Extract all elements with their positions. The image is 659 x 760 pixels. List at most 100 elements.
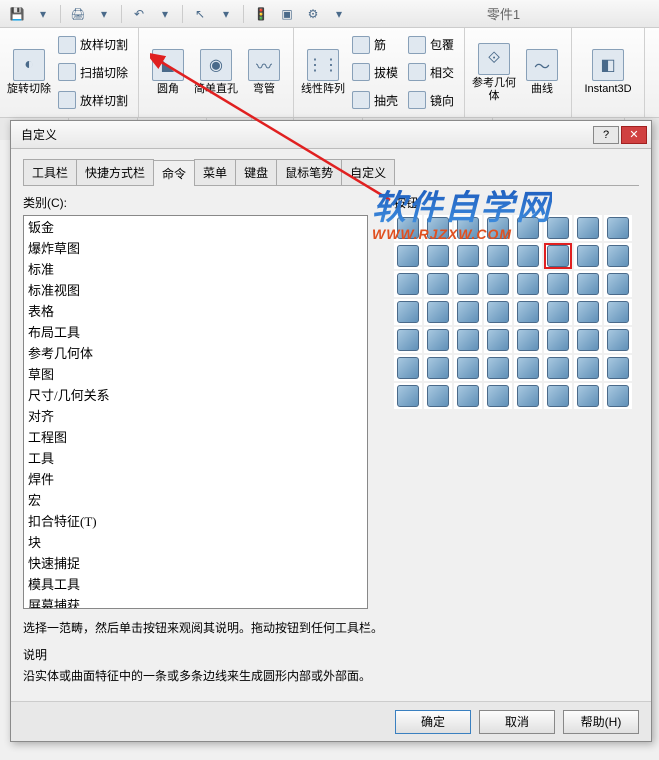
- command-button[interactable]: [574, 243, 602, 269]
- loftcut-button[interactable]: 放样切割: [54, 34, 132, 56]
- tab-command[interactable]: 命令: [153, 160, 195, 186]
- command-button[interactable]: [514, 327, 542, 353]
- command-button[interactable]: [544, 383, 572, 409]
- wrap-button[interactable]: 包覆: [404, 34, 458, 56]
- command-button[interactable]: [604, 355, 632, 381]
- command-button[interactable]: [454, 271, 482, 297]
- list-item[interactable]: 尺寸/几何关系: [24, 384, 367, 405]
- command-button[interactable]: [574, 271, 602, 297]
- dropdown-icon[interactable]: ▾: [154, 3, 176, 25]
- gear-icon[interactable]: ⚙: [302, 3, 324, 25]
- command-button[interactable]: [574, 299, 602, 325]
- command-button[interactable]: [454, 327, 482, 353]
- list-item[interactable]: 对齐: [24, 405, 367, 426]
- command-button[interactable]: [544, 215, 572, 241]
- list-item[interactable]: 表格: [24, 300, 367, 321]
- list-item[interactable]: 宏: [24, 489, 367, 510]
- rotcut-button[interactable]: ◐ 旋转切除: [6, 32, 52, 113]
- command-button[interactable]: [514, 299, 542, 325]
- command-button[interactable]: [454, 215, 482, 241]
- sweepcut-button[interactable]: 扫描切除: [54, 61, 132, 83]
- command-button[interactable]: [514, 243, 542, 269]
- tab-shortcut[interactable]: 快捷方式栏: [76, 159, 154, 185]
- command-button[interactable]: [424, 383, 452, 409]
- rib-button[interactable]: 筋: [348, 34, 402, 56]
- command-button[interactable]: [484, 383, 512, 409]
- curves-button[interactable]: 〜 曲线: [519, 32, 565, 113]
- undo-icon[interactable]: ↶: [128, 3, 150, 25]
- command-button[interactable]: [514, 271, 542, 297]
- command-button[interactable]: [394, 383, 422, 409]
- command-button[interactable]: [544, 243, 572, 269]
- command-button[interactable]: [544, 299, 572, 325]
- dropdown-icon[interactable]: ▾: [32, 3, 54, 25]
- list-item[interactable]: 布局工具: [24, 321, 367, 342]
- command-button[interactable]: [604, 271, 632, 297]
- command-button[interactable]: [394, 327, 422, 353]
- cancel-button[interactable]: 取消: [479, 710, 555, 734]
- tab-menu[interactable]: 菜单: [194, 159, 236, 185]
- command-button[interactable]: [454, 355, 482, 381]
- list-item[interactable]: 块: [24, 531, 367, 552]
- print-icon[interactable]: 🖨: [67, 3, 89, 25]
- command-button[interactable]: [604, 383, 632, 409]
- ok-button[interactable]: 确定: [395, 710, 471, 734]
- tab-toolbar[interactable]: 工具栏: [23, 159, 77, 185]
- command-button[interactable]: [424, 215, 452, 241]
- command-button[interactable]: [484, 299, 512, 325]
- command-button[interactable]: [484, 327, 512, 353]
- command-button[interactable]: [544, 271, 572, 297]
- list-item[interactable]: 工程图: [24, 426, 367, 447]
- command-button[interactable]: [454, 243, 482, 269]
- rebuild-icon[interactable]: ▣: [276, 3, 298, 25]
- command-button[interactable]: [424, 355, 452, 381]
- command-button[interactable]: [394, 215, 422, 241]
- tab-keyboard[interactable]: 键盘: [235, 159, 277, 185]
- dropdown-icon[interactable]: ▾: [328, 3, 350, 25]
- list-item[interactable]: 标准: [24, 258, 367, 279]
- command-button[interactable]: [604, 299, 632, 325]
- command-button[interactable]: [484, 243, 512, 269]
- list-item[interactable]: 扣合特征(T): [24, 510, 367, 531]
- list-item[interactable]: 快速捕捉: [24, 552, 367, 573]
- command-button[interactable]: [574, 383, 602, 409]
- command-button[interactable]: [484, 355, 512, 381]
- refgeom-button[interactable]: ⟐ 参考几何体: [471, 32, 517, 113]
- fillet-button[interactable]: ◣ 圆角: [145, 32, 191, 113]
- list-item[interactable]: 焊件: [24, 468, 367, 489]
- draft-button[interactable]: 拔模: [348, 61, 402, 83]
- list-item[interactable]: 草图: [24, 363, 367, 384]
- command-button[interactable]: [574, 327, 602, 353]
- intersect-button[interactable]: 相交: [404, 61, 458, 83]
- command-button[interactable]: [454, 299, 482, 325]
- command-button[interactable]: [544, 355, 572, 381]
- mirror-button[interactable]: 镜向: [404, 89, 458, 111]
- tab-mouse[interactable]: 鼠标笔势: [276, 159, 342, 185]
- instant3d-button[interactable]: ◧ Instant3D: [578, 32, 638, 113]
- help-button[interactable]: ?: [593, 126, 619, 144]
- command-button[interactable]: [394, 243, 422, 269]
- command-button[interactable]: [514, 215, 542, 241]
- list-item[interactable]: 参考几何体: [24, 342, 367, 363]
- command-button[interactable]: [484, 215, 512, 241]
- list-item[interactable]: 屏幕捕获: [24, 594, 367, 609]
- list-item[interactable]: 标准视图: [24, 279, 367, 300]
- traffic-icon[interactable]: 🚦: [250, 3, 272, 25]
- command-button[interactable]: [394, 355, 422, 381]
- command-button[interactable]: [514, 383, 542, 409]
- command-button[interactable]: [604, 215, 632, 241]
- command-button[interactable]: [604, 243, 632, 269]
- save-icon[interactable]: 💾: [6, 3, 28, 25]
- cursor-icon[interactable]: ↖: [189, 3, 211, 25]
- command-button[interactable]: [394, 299, 422, 325]
- loftcut2-button[interactable]: 放样切割: [54, 89, 132, 111]
- list-item[interactable]: 爆炸草图: [24, 237, 367, 258]
- dropdown-icon[interactable]: ▾: [215, 3, 237, 25]
- hole-button[interactable]: ◉ 简单直孔: [193, 32, 239, 113]
- category-listbox[interactable]: 钣金爆炸草图标准标准视图表格布局工具参考几何体草图尺寸/几何关系对齐工程图工具焊…: [23, 215, 368, 609]
- command-button[interactable]: [424, 271, 452, 297]
- bend-button[interactable]: 〰 弯管: [241, 32, 287, 113]
- dropdown-icon[interactable]: ▾: [93, 3, 115, 25]
- list-item[interactable]: 工具: [24, 447, 367, 468]
- command-button[interactable]: [394, 271, 422, 297]
